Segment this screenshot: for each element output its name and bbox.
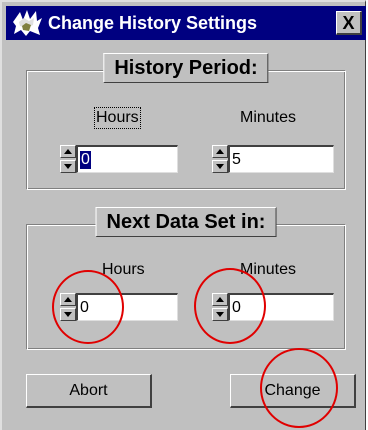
history-hours-field: 0 — [60, 145, 178, 173]
history-minutes-label: Minutes — [240, 109, 297, 126]
history-minutes-up-button[interactable] — [212, 145, 228, 158]
history-minutes-field: 5 — [212, 145, 334, 173]
history-minutes-spinner[interactable] — [212, 145, 228, 173]
next-minutes-spinner[interactable] — [212, 293, 228, 321]
next-hours-spinner[interactable] — [60, 293, 76, 321]
arrow-up-icon — [216, 297, 224, 302]
next-minutes-field: 0 — [212, 293, 334, 321]
history-hours-value: 0 — [79, 149, 92, 170]
next-data-set-title: Next Data Set in: — [95, 207, 277, 237]
history-minutes-value: 5 — [232, 150, 241, 168]
next-hours-value: 0 — [80, 298, 89, 316]
abort-label: Abort — [69, 381, 108, 399]
history-hours-up-button[interactable] — [60, 145, 76, 158]
next-minutes-label: Minutes — [240, 261, 297, 278]
dialog-window: Change History Settings X History Period… — [0, 0, 366, 430]
close-button[interactable]: X — [336, 11, 362, 35]
next-hours-label: Hours — [102, 261, 145, 278]
change-button[interactable]: Change — [230, 374, 356, 408]
history-hours-label: Hours — [94, 107, 141, 129]
arrow-down-icon — [64, 312, 72, 317]
close-icon: X — [342, 12, 355, 33]
arrow-down-icon — [216, 312, 224, 317]
arrow-down-icon — [64, 164, 72, 169]
next-hours-input[interactable]: 0 — [76, 293, 178, 321]
arrow-down-icon — [216, 164, 224, 169]
next-minutes-down-button[interactable] — [212, 308, 228, 321]
next-minutes-up-button[interactable] — [212, 293, 228, 306]
next-minutes-value: 0 — [232, 298, 241, 316]
next-hours-up-button[interactable] — [60, 293, 76, 306]
history-minutes-input[interactable]: 5 — [228, 145, 334, 173]
next-minutes-input[interactable]: 0 — [228, 293, 334, 321]
history-hours-input[interactable]: 0 — [76, 145, 178, 173]
abort-button[interactable]: Abort — [26, 374, 152, 408]
history-hours-down-button[interactable] — [60, 160, 76, 173]
history-hours-spinner[interactable] — [60, 145, 76, 173]
arrow-up-icon — [216, 149, 224, 154]
next-hours-field: 0 — [60, 293, 178, 321]
next-hours-down-button[interactable] — [60, 308, 76, 321]
history-period-title: History Period: — [103, 53, 269, 83]
arrow-up-icon — [64, 149, 72, 154]
window-title: Change History Settings — [48, 12, 258, 33]
history-minutes-down-button[interactable] — [212, 160, 228, 173]
next-data-set-group: Next Data Set in: — [26, 207, 346, 350]
arrow-up-icon — [64, 297, 72, 302]
title-bar[interactable]: Change History Settings X — [6, 6, 366, 40]
app-icon — [13, 10, 42, 36]
change-label: Change — [264, 381, 321, 399]
